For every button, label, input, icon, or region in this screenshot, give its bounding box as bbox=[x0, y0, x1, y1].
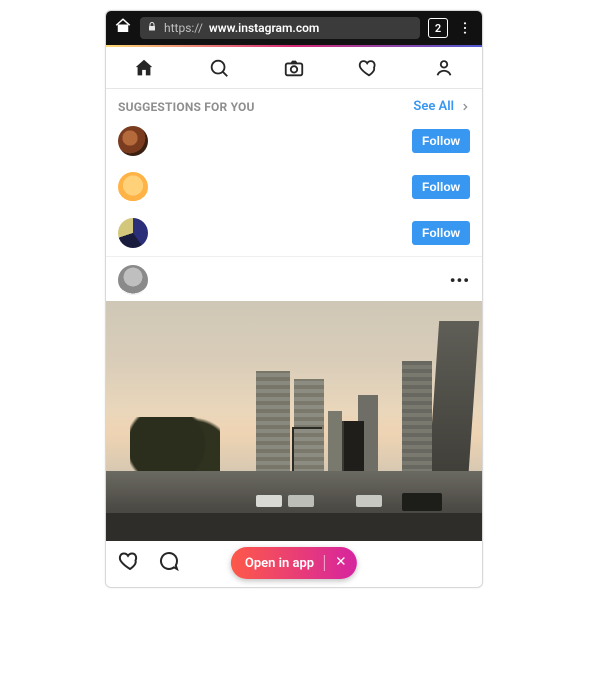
follow-button[interactable]: Follow bbox=[412, 129, 470, 153]
nav-home-icon[interactable] bbox=[131, 55, 157, 81]
post-header: ••• bbox=[106, 256, 482, 301]
top-nav bbox=[106, 47, 482, 89]
screenshot-frame: https:// www.instagram.com 2 bbox=[0, 0, 590, 698]
suggestion-row: Follow bbox=[106, 210, 482, 256]
chevron-right-icon bbox=[460, 102, 470, 112]
post-author[interactable] bbox=[118, 265, 148, 295]
open-in-app-banner: Open in app bbox=[231, 547, 357, 579]
nav-profile-icon[interactable] bbox=[431, 55, 457, 81]
divider bbox=[324, 555, 325, 571]
close-banner-icon[interactable] bbox=[335, 555, 347, 571]
nav-activity-icon[interactable] bbox=[356, 55, 382, 81]
url-protocol: https:// bbox=[164, 21, 203, 35]
post-more-icon[interactable]: ••• bbox=[450, 271, 470, 290]
tab-count: 2 bbox=[435, 22, 441, 35]
nav-camera-icon[interactable] bbox=[281, 55, 307, 81]
open-in-app-button[interactable]: Open in app bbox=[245, 556, 314, 571]
see-all-link[interactable]: See All bbox=[413, 99, 470, 114]
comment-icon[interactable] bbox=[156, 549, 180, 577]
phone-viewport: https:// www.instagram.com 2 bbox=[105, 10, 483, 588]
avatar[interactable] bbox=[118, 172, 148, 202]
suggestion-user bbox=[118, 218, 148, 248]
avatar bbox=[118, 265, 148, 295]
tab-count-button[interactable]: 2 bbox=[428, 18, 448, 38]
follow-button[interactable]: Follow bbox=[412, 221, 470, 245]
suggestion-row: Follow bbox=[106, 164, 482, 210]
avatar[interactable] bbox=[118, 218, 148, 248]
suggestion-user bbox=[118, 126, 148, 156]
avatar[interactable] bbox=[118, 126, 148, 156]
see-all-label: See All bbox=[413, 99, 454, 114]
suggestion-user bbox=[118, 172, 148, 202]
lock-icon bbox=[146, 21, 158, 36]
suggestions-title: SUGGESTIONS FOR YOU bbox=[118, 100, 255, 114]
suggestion-row: Follow bbox=[106, 118, 482, 164]
browser-chrome: https:// www.instagram.com 2 bbox=[106, 11, 482, 45]
like-icon[interactable] bbox=[118, 549, 142, 577]
url-host: www.instagram.com bbox=[209, 21, 319, 35]
browser-menu-icon[interactable] bbox=[456, 20, 474, 36]
nav-search-icon[interactable] bbox=[206, 55, 232, 81]
post-image[interactable] bbox=[106, 301, 482, 541]
browser-home-icon[interactable] bbox=[114, 17, 132, 39]
suggestions-header: SUGGESTIONS FOR YOU See All bbox=[106, 89, 482, 118]
url-bar[interactable]: https:// www.instagram.com bbox=[140, 17, 420, 39]
follow-button[interactable]: Follow bbox=[412, 175, 470, 199]
